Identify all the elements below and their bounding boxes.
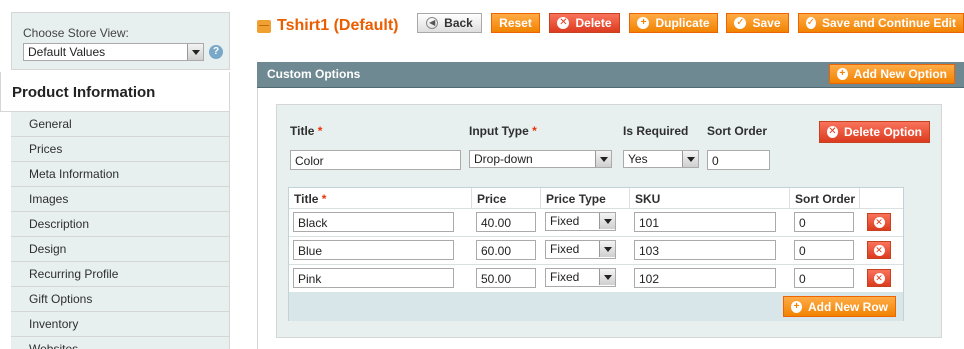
- chevron-down-icon: [187, 44, 203, 60]
- delete-x-icon: ✕: [873, 216, 885, 228]
- row-title-input[interactable]: Black: [293, 212, 454, 232]
- product-box-icon: [257, 19, 271, 33]
- chevron-down-icon: [599, 241, 615, 257]
- delete-button[interactable]: ✕ Delete: [549, 13, 620, 33]
- row-sku-input[interactable]: 102: [634, 268, 776, 288]
- plus-icon: +: [791, 300, 802, 313]
- row-sort-order-input[interactable]: 0: [794, 268, 854, 288]
- row-price-input[interactable]: 60.00: [476, 240, 536, 260]
- row-title-input[interactable]: Blue: [293, 240, 454, 260]
- option-title-input[interactable]: Color: [290, 150, 461, 170]
- plus-icon: +: [837, 68, 848, 80]
- arrow-left-icon: ◀: [426, 17, 439, 29]
- delete-x-icon: ✕: [873, 272, 885, 284]
- delete-x-icon: ✕: [557, 17, 570, 29]
- tab-gift-options[interactable]: Gift Options: [11, 287, 229, 312]
- row-sku-input[interactable]: 101: [634, 212, 776, 232]
- chevron-down-icon: [595, 151, 611, 167]
- tab-recurring-profile[interactable]: Recurring Profile: [11, 262, 229, 287]
- reset-button[interactable]: Reset: [491, 13, 540, 33]
- product-tabs: Product Information General Prices Meta …: [0, 72, 230, 349]
- is-required-select[interactable]: Yes: [623, 150, 699, 168]
- delete-row-button[interactable]: ✕: [867, 241, 891, 259]
- row-price-type-value: Fixed: [550, 214, 580, 228]
- custom-options-heading: Custom Options: [267, 67, 361, 81]
- col-header-sku: SKU: [630, 188, 790, 209]
- input-type-select[interactable]: Drop-down: [469, 150, 612, 168]
- col-header-price: Price: [472, 188, 541, 209]
- save-and-continue-label: Save and Continue Edit: [821, 16, 956, 30]
- sidebar-title: Product Information: [0, 72, 229, 112]
- page-title: Tshirt1 (Default): [257, 17, 398, 35]
- chevron-down-icon: [599, 269, 615, 285]
- chevron-down-icon: [599, 213, 615, 229]
- tab-images[interactable]: Images: [11, 187, 229, 212]
- row-price-type-select[interactable]: Fixed: [545, 240, 616, 259]
- row-divider: [289, 236, 903, 237]
- tab-prices[interactable]: Prices: [11, 137, 229, 162]
- delete-row-button[interactable]: ✕: [867, 213, 891, 231]
- help-icon[interactable]: ?: [209, 45, 223, 59]
- check-icon: ✓: [806, 17, 816, 29]
- delete-option-label: Delete Option: [843, 125, 922, 139]
- duplicate-button[interactable]: + Duplicate: [629, 13, 718, 33]
- input-type-value: Drop-down: [474, 152, 533, 166]
- sort-order-label: Sort Order: [707, 124, 768, 138]
- col-header-title: Title *: [289, 188, 472, 209]
- back-button[interactable]: ◀ Back: [417, 13, 482, 33]
- store-switcher-label: Choose Store View:: [23, 26, 129, 40]
- delete-option-button[interactable]: ✕ Delete Option: [819, 121, 930, 143]
- tab-meta-information[interactable]: Meta Information: [11, 162, 229, 187]
- row-price-input[interactable]: 50.00: [476, 268, 536, 288]
- store-view-select[interactable]: Default Values: [23, 43, 204, 61]
- col-header-sort-order: Sort Order: [790, 188, 860, 209]
- is-required-label: Is Required: [623, 124, 689, 138]
- back-button-label: Back: [444, 16, 473, 30]
- col-header-price-type: Price Type: [541, 188, 630, 209]
- duplicate-button-label: Duplicate: [655, 16, 710, 30]
- tab-inventory[interactable]: Inventory: [11, 312, 229, 337]
- delete-row-button[interactable]: ✕: [867, 269, 891, 287]
- check-icon: ✓: [734, 17, 747, 29]
- product-title-text: Tshirt1 (Default): [277, 17, 399, 34]
- reset-button-label: Reset: [499, 16, 532, 30]
- plus-icon: +: [637, 17, 650, 29]
- row-divider: [289, 264, 903, 265]
- delete-x-icon: ✕: [827, 126, 838, 138]
- input-type-label: Input Type *: [469, 124, 537, 138]
- tab-description[interactable]: Description: [11, 212, 229, 237]
- row-price-input[interactable]: 40.00: [476, 212, 536, 232]
- save-button[interactable]: ✓ Save: [726, 13, 789, 33]
- row-price-type-select[interactable]: Fixed: [545, 212, 616, 231]
- add-new-option-button[interactable]: + Add New Option: [829, 64, 955, 84]
- col-header-actions: [860, 188, 903, 209]
- option-title-label: Title *: [290, 124, 323, 138]
- chevron-down-icon: [682, 151, 698, 167]
- row-sort-order-input[interactable]: 0: [794, 212, 854, 232]
- save-button-label: Save: [752, 16, 781, 30]
- add-new-row-button[interactable]: + Add New Row: [783, 296, 896, 317]
- row-sku-input[interactable]: 103: [634, 240, 776, 260]
- option-sort-order-input[interactable]: 0: [707, 150, 770, 170]
- store-view-value: Default Values: [28, 45, 106, 59]
- add-new-row-label: Add New Row: [808, 299, 888, 314]
- row-price-type-value: Fixed: [550, 270, 580, 284]
- is-required-value: Yes: [628, 152, 648, 166]
- tab-general[interactable]: General: [11, 112, 229, 137]
- save-and-continue-button[interactable]: ✓ Save and Continue Edit: [798, 13, 964, 33]
- row-price-type-select[interactable]: Fixed: [545, 268, 616, 287]
- tab-design[interactable]: Design: [11, 237, 229, 262]
- store-switcher: Choose Store View: Default Values ?: [11, 12, 230, 70]
- row-price-type-value: Fixed: [550, 242, 580, 256]
- row-sort-order-input[interactable]: 0: [794, 240, 854, 260]
- delete-button-label: Delete: [575, 16, 612, 30]
- row-title-input[interactable]: Pink: [293, 268, 454, 288]
- tab-websites[interactable]: Websites: [11, 337, 229, 349]
- delete-x-icon: ✕: [873, 244, 885, 256]
- add-new-option-label: Add New Option: [853, 67, 947, 81]
